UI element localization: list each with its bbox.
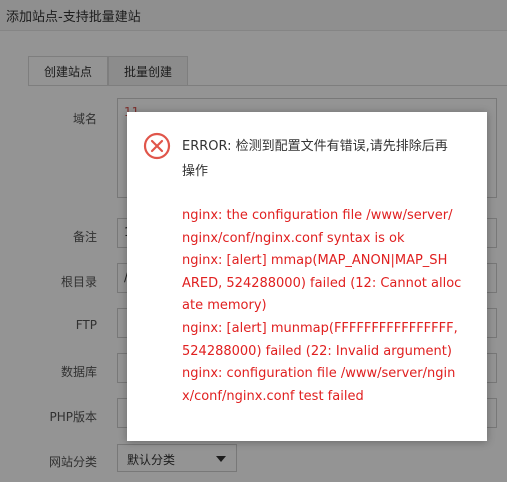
error-line: nginx: the configuration file /www/serve… <box>182 208 453 246</box>
error-log: nginx: the configuration file /www/serve… <box>182 205 482 408</box>
error-title: ERROR: 检测到配置文件有错误,请先排除后再 操作 <box>182 139 448 179</box>
error-line: nginx: [alert] munmap(FFFFFFFFFFFFFFFF, … <box>182 320 458 359</box>
error-dialog: ERROR: 检测到配置文件有错误,请先排除后再 操作 nginx: the c… <box>127 112 487 441</box>
error-line: nginx: configuration file /www/server/ng… <box>182 366 456 404</box>
error-line: nginx: [alert] mmap(MAP_ANON|MAP_SH ARED… <box>182 253 462 314</box>
error-circle-x-icon <box>143 132 171 160</box>
